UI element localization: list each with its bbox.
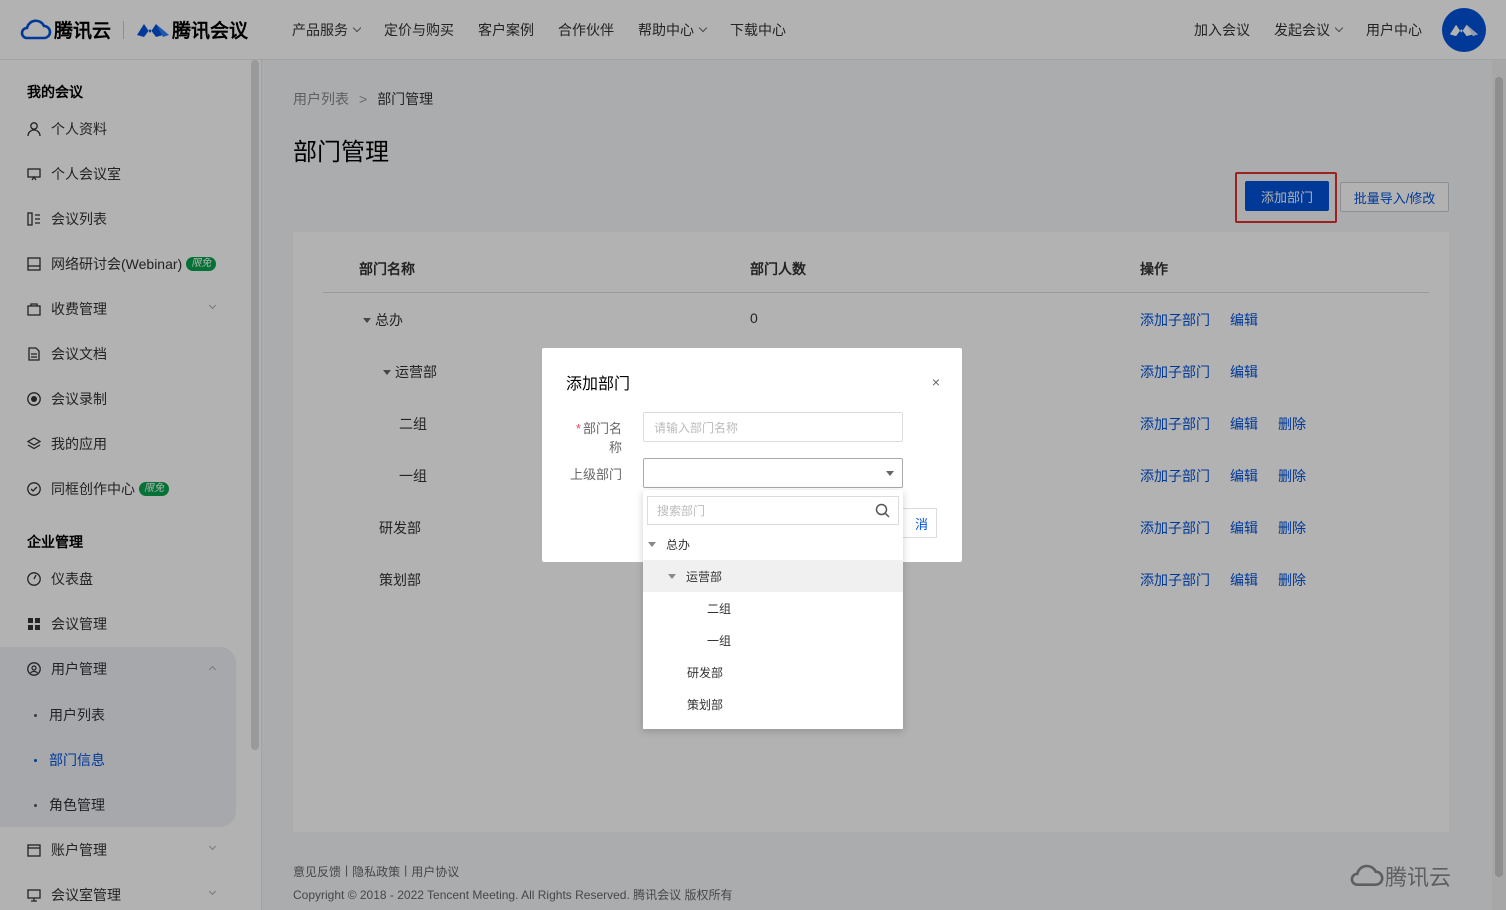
dialog-title: 添加部门 xyxy=(566,376,631,393)
tree-option[interactable]: 总办 xyxy=(643,528,903,560)
option-label: 二组 xyxy=(707,601,732,616)
search-icon[interactable] xyxy=(875,503,890,521)
close-icon[interactable]: × xyxy=(932,374,940,390)
caret-down-icon xyxy=(886,471,894,476)
option-label: 总办 xyxy=(666,537,691,552)
tree-option[interactable]: 策划部 xyxy=(643,688,903,720)
department-name-label: * 部门名称 xyxy=(566,418,622,456)
department-search-input[interactable]: 搜索部门 xyxy=(647,496,899,525)
parent-department-label: 上级部门 xyxy=(569,467,622,482)
cancel-button[interactable]: 消 xyxy=(902,508,937,538)
caret-down-icon[interactable] xyxy=(668,573,676,579)
label-text: 部门名称 xyxy=(582,421,622,455)
tree-option[interactable]: 一组 xyxy=(643,624,903,656)
option-label: 研发部 xyxy=(687,665,724,680)
parent-department-select[interactable] xyxy=(643,458,903,488)
parent-department-dropdown: 搜索部门 总办 运营部 二组 一组 研发部 策划部 xyxy=(643,490,903,729)
required-asterisk: * xyxy=(575,421,581,436)
tree-option[interactable]: 运营部 xyxy=(643,560,903,592)
tree-option[interactable]: 二组 xyxy=(643,592,903,624)
option-label: 策划部 xyxy=(687,697,724,712)
tree-option[interactable]: 研发部 xyxy=(643,656,903,688)
option-label: 运营部 xyxy=(686,569,723,584)
option-label: 一组 xyxy=(707,633,732,648)
search-placeholder: 搜索部门 xyxy=(657,504,706,518)
department-name-input[interactable]: 请输入部门名称 xyxy=(643,412,903,442)
caret-down-icon[interactable] xyxy=(648,541,656,547)
